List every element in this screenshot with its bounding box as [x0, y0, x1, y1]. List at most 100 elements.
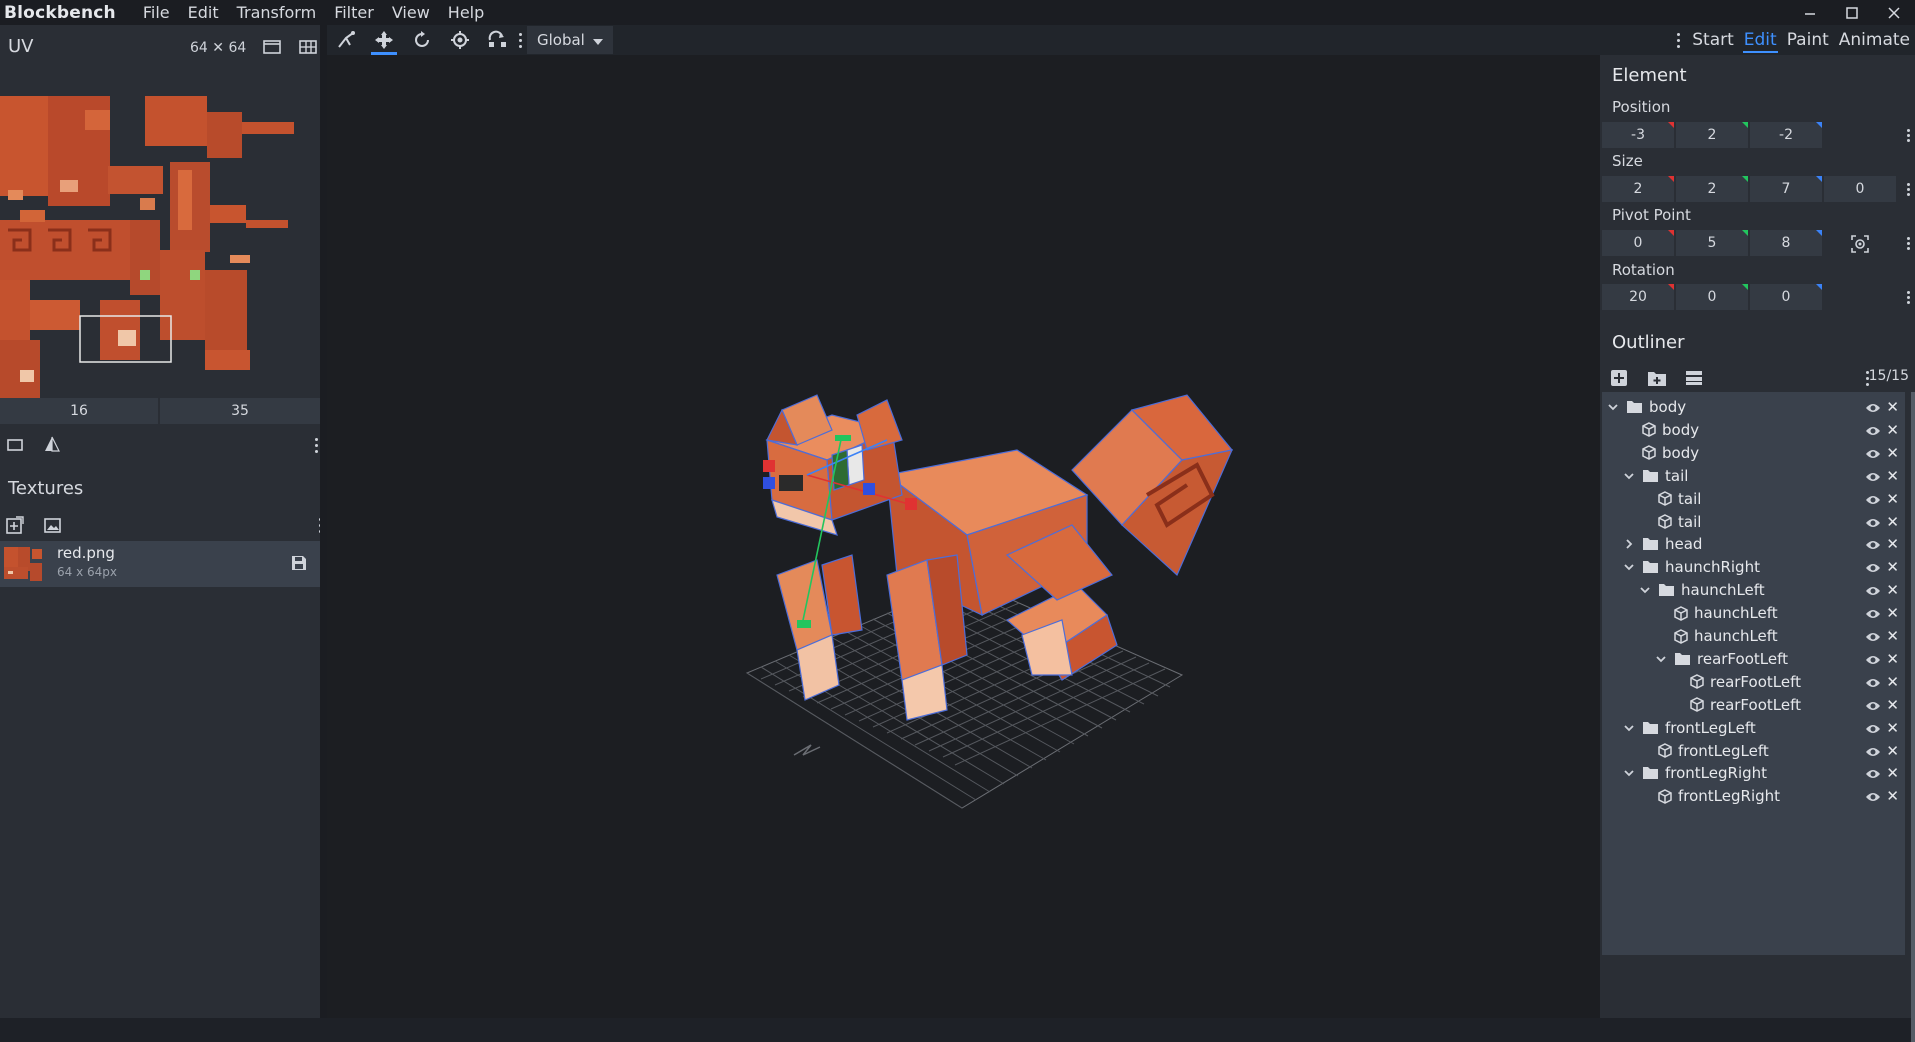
outliner-scrollbar[interactable] [1911, 392, 1915, 1042]
cube-icon [1658, 743, 1672, 758]
lock-toggle-icon[interactable]: ✕ [1886, 535, 1899, 553]
pivot-z-input[interactable]: 8 [1750, 230, 1822, 256]
left-panel-resizer[interactable] [320, 25, 327, 1018]
menu-filter[interactable]: Filter [325, 0, 383, 25]
grid-view-icon[interactable] [299, 39, 317, 59]
uv-face-icon[interactable] [6, 437, 24, 457]
lock-toggle-icon[interactable]: ✕ [1886, 490, 1899, 508]
pivot-x-input[interactable]: 0 [1602, 230, 1674, 256]
tab-paint[interactable]: Paint [1782, 25, 1834, 55]
outliner-cube-row[interactable]: frontLegRight ✕ [1602, 782, 1905, 810]
chevron-down-icon[interactable] [1624, 471, 1636, 481]
outliner-count: 15/15 [1868, 368, 1909, 384]
tab-animate[interactable]: Animate [1834, 25, 1915, 55]
transform-space-select[interactable]: Global [527, 26, 613, 54]
app-title: Blockbench [4, 2, 116, 23]
lock-toggle-icon[interactable]: ✕ [1886, 627, 1899, 645]
tab-start[interactable]: Start [1687, 25, 1739, 55]
menu-view[interactable]: View [383, 0, 439, 25]
uv-editor-canvas[interactable] [0, 70, 320, 400]
maximize-icon[interactable] [1832, 0, 1872, 25]
vertex-snap-icon[interactable] [327, 25, 365, 55]
add-cube-icon[interactable] [1610, 369, 1628, 391]
lock-toggle-icon[interactable]: ✕ [1886, 764, 1899, 782]
pivot-y-input[interactable]: 5 [1676, 230, 1748, 256]
lock-toggle-icon[interactable]: ✕ [1886, 650, 1899, 668]
chevron-down-icon[interactable] [1624, 723, 1636, 733]
lock-toggle-icon[interactable]: ✕ [1886, 421, 1899, 439]
size-menu-icon[interactable] [1905, 176, 1911, 203]
chevron-down-icon[interactable] [1608, 402, 1620, 412]
rotation-y-input[interactable]: 0 [1676, 284, 1748, 310]
position-menu-icon[interactable] [1905, 122, 1911, 149]
chevron-down-icon[interactable] [1624, 768, 1636, 778]
add-texture-icon[interactable] [6, 516, 24, 538]
lock-toggle-icon[interactable]: ✕ [1886, 398, 1899, 416]
outliner-tree[interactable]: body ✕ body ✕ body ✕ tail ✕ tail ✕ tail ✕ head ✕ haunc… [1602, 392, 1905, 955]
mode-menu-icon[interactable] [1675, 25, 1681, 55]
minimize-icon[interactable] [1790, 0, 1830, 25]
toolbar-menu-icon[interactable] [517, 25, 523, 55]
uv-y-input[interactable]: 35 [160, 398, 320, 424]
size-x-input[interactable]: 2 [1602, 176, 1674, 202]
uv-menu-icon[interactable] [313, 430, 319, 460]
rotation-menu-icon[interactable] [1905, 284, 1911, 311]
uv-size-label[interactable]: 64 ✕ 64 [190, 40, 246, 56]
visibility-eye-icon[interactable] [1865, 789, 1881, 807]
size-row: 2 2 7 0 [1602, 176, 1896, 203]
size-z-input[interactable]: 7 [1750, 176, 1822, 202]
position-x-input[interactable]: -3 [1602, 122, 1674, 148]
outliner-tools: 15/15 [1600, 365, 1915, 391]
lock-toggle-icon[interactable]: ✕ [1886, 467, 1899, 485]
collapse-all-icon[interactable] [1685, 370, 1703, 390]
texture-item[interactable]: red.png 64 x 64px [0, 541, 320, 587]
lock-toggle-icon[interactable]: ✕ [1886, 719, 1899, 737]
lock-toggle-icon[interactable]: ✕ [1886, 696, 1899, 714]
pivot-menu-icon[interactable] [1905, 230, 1911, 257]
lock-toggle-icon[interactable]: ✕ [1886, 604, 1899, 622]
uv-x-input[interactable]: 16 [0, 398, 158, 424]
resize-icon[interactable] [479, 25, 517, 55]
rotation-x-input[interactable]: 20 [1602, 284, 1674, 310]
title-bar: Blockbench File Edit Transform Filter Vi… [0, 0, 1915, 25]
close-window-icon[interactable] [1874, 0, 1914, 25]
menu-edit[interactable]: Edit [179, 0, 228, 25]
center-pivot-icon[interactable] [1824, 230, 1896, 257]
folder-icon [1674, 652, 1691, 666]
size-y-input[interactable]: 2 [1676, 176, 1748, 202]
lock-toggle-icon[interactable]: ✕ [1886, 742, 1899, 760]
chevron-down-icon[interactable] [1624, 562, 1636, 572]
left-panel: UV 64 ✕ 64 16 35 Textures red.png 64 x 6… [0, 25, 327, 1018]
lock-toggle-icon[interactable]: ✕ [1886, 787, 1899, 805]
mode-tabs: Start Edit Paint Animate [1675, 25, 1915, 55]
cube-icon [1690, 674, 1704, 690]
toolbar: Global Start Edit Paint Animate [327, 25, 1915, 55]
move-icon[interactable] [365, 25, 403, 55]
inflate-input[interactable]: 0 [1824, 176, 1896, 202]
pivot-label: Pivot Point [1612, 206, 1691, 224]
save-texture-icon[interactable] [290, 554, 308, 576]
menu-help[interactable]: Help [439, 0, 493, 25]
import-texture-icon[interactable] [44, 516, 62, 538]
rotation-z-input[interactable]: 0 [1750, 284, 1822, 310]
lock-toggle-icon[interactable]: ✕ [1886, 673, 1899, 691]
position-y-input[interactable]: 2 [1676, 122, 1748, 148]
menu-transform[interactable]: Transform [228, 0, 326, 25]
position-z-input[interactable]: -2 [1750, 122, 1822, 148]
chevron-down-icon[interactable] [1640, 585, 1652, 595]
chevron-down-icon[interactable] [1656, 654, 1668, 664]
pivot-icon[interactable] [441, 25, 479, 55]
lock-toggle-icon[interactable]: ✕ [1886, 558, 1899, 576]
rotate-icon[interactable] [403, 25, 441, 55]
chevron-right-icon[interactable] [1624, 539, 1636, 550]
add-group-icon[interactable] [1647, 369, 1667, 391]
mirror-icon[interactable] [43, 435, 61, 457]
lock-toggle-icon[interactable]: ✕ [1886, 581, 1899, 599]
lock-toggle-icon[interactable]: ✕ [1886, 444, 1899, 462]
menu-file[interactable]: File [134, 0, 179, 25]
3d-viewport[interactable] [327, 55, 1600, 1018]
outliner-node-label: rearFootLeft [1710, 695, 1801, 714]
tab-edit[interactable]: Edit [1739, 25, 1782, 55]
single-view-icon[interactable] [263, 39, 281, 59]
lock-toggle-icon[interactable]: ✕ [1886, 513, 1899, 531]
